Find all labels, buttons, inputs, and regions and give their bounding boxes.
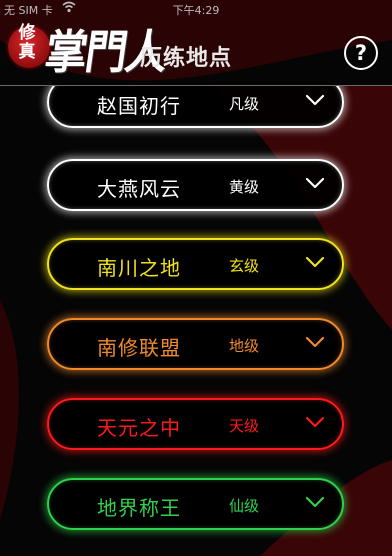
location-item[interactable]: 地界称王 仙级: [47, 478, 344, 530]
location-name: 南修联盟: [97, 336, 181, 360]
chevron-down-icon[interactable]: [305, 176, 325, 190]
location-name: 南川之地: [97, 256, 181, 280]
location-grade: 地级: [229, 337, 260, 355]
location-list: 赵国初行 凡级大燕风云 黄级南川之地 玄级南修联盟 地级天元之中 天级地界称王 仙级: [0, 86, 392, 556]
status-bar: 无 SIM 卡 下午4:29: [0, 0, 392, 18]
location-grade: 天级: [229, 417, 260, 435]
chevron-down-icon[interactable]: [305, 415, 325, 429]
location-item[interactable]: 南修联盟 地级: [47, 318, 344, 370]
location-item[interactable]: 南川之地 玄级: [47, 238, 344, 290]
location-name: 大燕风云: [97, 177, 181, 201]
chevron-down-icon[interactable]: [305, 255, 325, 269]
location-grade: 凡级: [229, 95, 260, 113]
location-name: 赵国初行: [97, 94, 181, 118]
location-item[interactable]: 天元之中 天级: [47, 398, 344, 450]
location-item[interactable]: 赵国初行 凡级: [47, 86, 344, 128]
help-button[interactable]: ?: [344, 36, 378, 70]
page-title: 历练地点: [140, 46, 233, 71]
header: 修真 掌門人 历练地点 ?: [0, 18, 392, 86]
location-name: 天元之中: [97, 416, 181, 440]
location-grade: 仙级: [229, 497, 260, 515]
location-name: 地界称王: [97, 496, 181, 520]
chevron-down-icon[interactable]: [305, 495, 325, 509]
location-grade: 玄级: [229, 257, 260, 275]
chevron-down-icon[interactable]: [305, 335, 325, 349]
status-time: 下午4:29: [172, 4, 220, 17]
location-grade: 黄级: [229, 178, 260, 196]
header-divider: [0, 85, 392, 86]
chevron-down-icon[interactable]: [305, 93, 325, 107]
location-item[interactable]: 大燕风云 黄级: [47, 159, 344, 211]
screen: 无 SIM 卡 下午4:29 修真 掌門人 历练地点 ? 赵国初行 凡级大燕风云 黄…: [0, 0, 392, 556]
logo-seal-text: 修真: [18, 23, 36, 62]
